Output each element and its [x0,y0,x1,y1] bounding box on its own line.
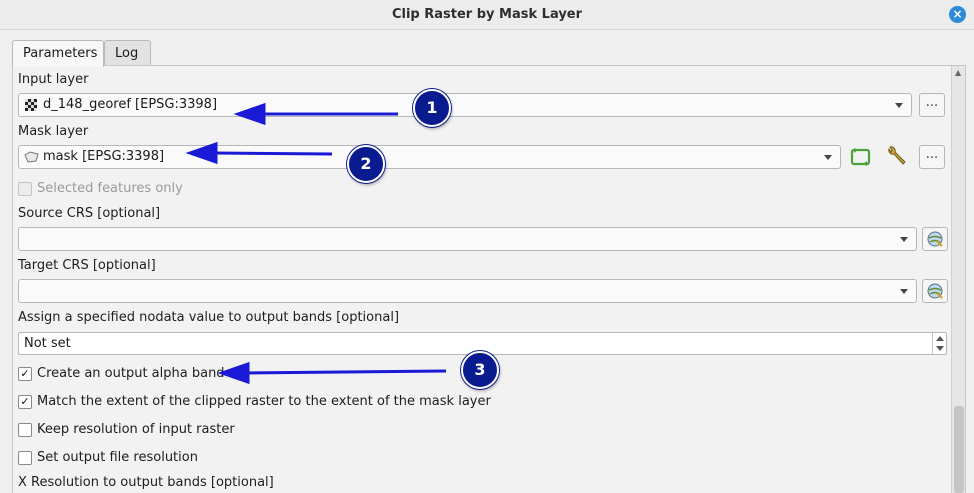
set-resolution-checkbox[interactable] [18,451,32,465]
crs-globe-icon [927,283,943,299]
window-title: Clip Raster by Mask Layer [391,7,583,22]
nodata-value: Not set [24,336,71,351]
spin-controls[interactable] [932,333,946,354]
input-layer-value: d_148_georef [EPSG:3398] [43,97,218,112]
close-button[interactable]: × [949,6,966,23]
mask-layer-label: Mask layer [18,124,89,139]
wrench-icon [888,146,906,165]
mask-layer-combo[interactable]: mask [EPSG:3398] [18,145,841,169]
chevron-down-icon [900,289,908,294]
match-extent-label: Match the extent of the clipped raster t… [37,394,491,409]
alpha-band-checkbox[interactable]: ✓ [18,367,32,381]
keep-resolution-checkbox[interactable] [18,423,32,437]
vertical-scrollbar[interactable]: ▲ [951,66,965,493]
keep-resolution-label: Keep resolution of input raster [37,422,235,437]
mask-layer-value: mask [EPSG:3398] [43,149,165,164]
spin-up-icon[interactable] [936,336,944,341]
set-resolution-label: Set output file resolution [37,450,198,465]
tab-parameters[interactable]: Parameters [12,40,104,67]
alpha-band-label: Create an output alpha band [37,366,225,381]
target-crs-label: Target CRS [optional] [18,258,156,273]
chevron-down-icon [895,103,903,108]
input-layer-combo[interactable]: d_148_georef [EPSG:3398] [18,93,912,117]
selected-features-label: Selected features only [37,181,183,196]
refresh-icon [850,148,871,166]
title-bar: Clip Raster by Mask Layer × [0,0,974,30]
selected-features-checkbox[interactable] [18,182,32,196]
x-resolution-label: X Resolution to output bands [optional] [18,475,274,490]
iterate-features-button[interactable] [848,145,874,169]
chevron-down-icon [824,155,832,160]
mask-layer-browse-button[interactable]: ... [919,145,945,169]
advanced-options-button[interactable] [884,145,910,169]
annotation-badge-2: 2 [347,145,385,183]
raster-layer-icon [25,99,37,111]
source-crs-select-button[interactable] [922,227,948,251]
crs-globe-icon [927,231,943,247]
tab-log[interactable]: Log [104,40,151,66]
source-crs-label: Source CRS [optional] [18,206,161,221]
target-crs-select-button[interactable] [922,279,948,303]
input-layer-browse-button[interactable]: ... [919,93,945,117]
scroll-up-icon[interactable]: ▲ [955,68,961,77]
match-extent-checkbox[interactable]: ✓ [18,395,32,409]
input-layer-label: Input layer [18,72,89,87]
spin-down-icon[interactable] [936,346,944,351]
nodata-label: Assign a specified nodata value to outpu… [18,310,400,325]
scroll-thumb[interactable] [954,406,964,493]
chevron-down-icon [900,237,908,242]
annotation-badge-3: 3 [461,351,499,389]
target-crs-combo[interactable] [18,279,917,303]
polygon-layer-icon [24,151,39,163]
source-crs-combo[interactable] [18,227,917,251]
annotation-badge-1: 1 [413,89,451,127]
